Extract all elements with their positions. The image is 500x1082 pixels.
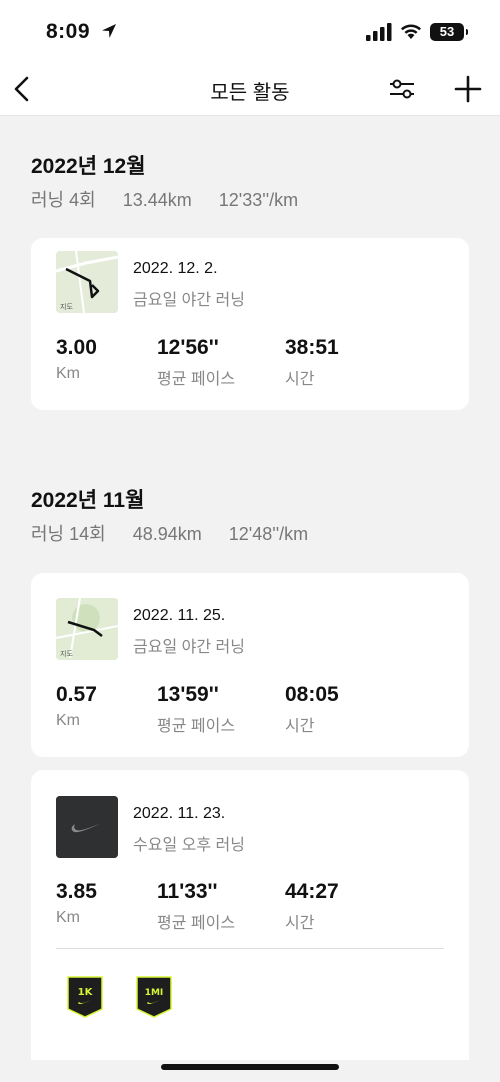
pace-value: 12'56'' — [157, 336, 219, 359]
nike-swoosh-icon — [56, 796, 118, 858]
activity-date: 2022. 11. 25. — [133, 607, 226, 624]
activity-card[interactable]: 지도 2022. 11. 25. 금요일 야간 러닝 0.57 Km 13'59… — [31, 573, 469, 757]
add-plus-icon[interactable] — [453, 74, 483, 104]
divider — [56, 948, 444, 949]
page-title: 모든 활동 — [210, 82, 290, 104]
month-summary: 러닝 14회 48.94km 12'48''/km — [31, 520, 330, 546]
activity-card[interactable]: 지도 2022. 12. 2. 금요일 야간 러닝 3.00 Km 12'56'… — [31, 238, 469, 410]
battery-indicator: 53 — [430, 23, 468, 41]
time-label: 시간 — [285, 718, 315, 735]
home-indicator[interactable] — [161, 1064, 339, 1070]
activity-date: 2022. 11. 23. — [133, 805, 226, 822]
status-bar: 8:09 53 — [0, 0, 500, 64]
activity-name: 금요일 야간 러닝 — [133, 639, 245, 656]
map-label: 지도 — [60, 302, 73, 311]
distance-unit: Km — [56, 712, 80, 729]
activity-name: 수요일 오후 러닝 — [133, 837, 245, 854]
cellular-signal-icon — [366, 23, 392, 41]
pace-value: 13'59'' — [157, 683, 219, 706]
time-value: 38:51 — [285, 336, 339, 359]
pace-label: 평균 페이스 — [157, 915, 236, 932]
pace-value: 11'33'' — [157, 880, 218, 903]
status-time: 8:09 — [46, 20, 91, 43]
activity-date: 2022. 12. 2. — [133, 260, 218, 277]
route-map-icon: 지도 — [56, 251, 118, 313]
month-summary: 러닝 4회 13.44km 12'33''/km — [31, 186, 320, 212]
time-label: 시간 — [285, 371, 315, 388]
distance-value: 3.85 — [56, 880, 97, 903]
distance-value: 3.00 — [56, 336, 97, 359]
month-run-count: 러닝 4회 — [31, 190, 96, 210]
distance-unit: Km — [56, 365, 80, 382]
activity-card[interactable]: 2022. 11. 23. 수요일 오후 러닝 3.85 Km 11'33'' … — [31, 770, 469, 1060]
achievement-badge-1k[interactable]: 1K — [67, 976, 103, 1018]
badge-label: 1K — [78, 987, 94, 998]
filter-sliders-icon[interactable] — [388, 76, 416, 102]
pace-label: 평균 페이스 — [157, 371, 236, 388]
month-title: 2022년 12월 — [31, 155, 146, 178]
month-title: 2022년 11월 — [31, 489, 145, 512]
time-value: 44:27 — [285, 880, 339, 903]
month-run-count: 러닝 14회 — [31, 524, 106, 544]
pace-label: 평균 페이스 — [157, 718, 236, 735]
navigation-bar: 모든 활동 — [0, 64, 500, 116]
month-distance: 13.44km — [122, 190, 192, 210]
month-avg-pace: 12'48''/km — [228, 524, 309, 544]
nike-thumbnail — [56, 796, 118, 858]
distance-value: 0.57 — [56, 683, 97, 706]
wifi-icon — [401, 24, 421, 39]
time-value: 08:05 — [285, 683, 339, 706]
map-label: 지도 — [60, 649, 73, 658]
achievement-badge-1mi[interactable]: 1MI — [136, 976, 172, 1018]
route-map-thumbnail: 지도 — [56, 251, 118, 313]
route-map-icon: 지도 — [56, 598, 118, 660]
month-avg-pace: 12'33''/km — [218, 190, 299, 210]
distance-unit: Km — [56, 909, 80, 926]
badge-label: 1MI — [145, 988, 164, 998]
month-distance: 48.94km — [132, 524, 202, 544]
time-label: 시간 — [285, 915, 315, 932]
location-arrow-icon — [102, 24, 116, 38]
route-map-thumbnail: 지도 — [56, 598, 118, 660]
activity-name: 금요일 야간 러닝 — [133, 292, 245, 309]
